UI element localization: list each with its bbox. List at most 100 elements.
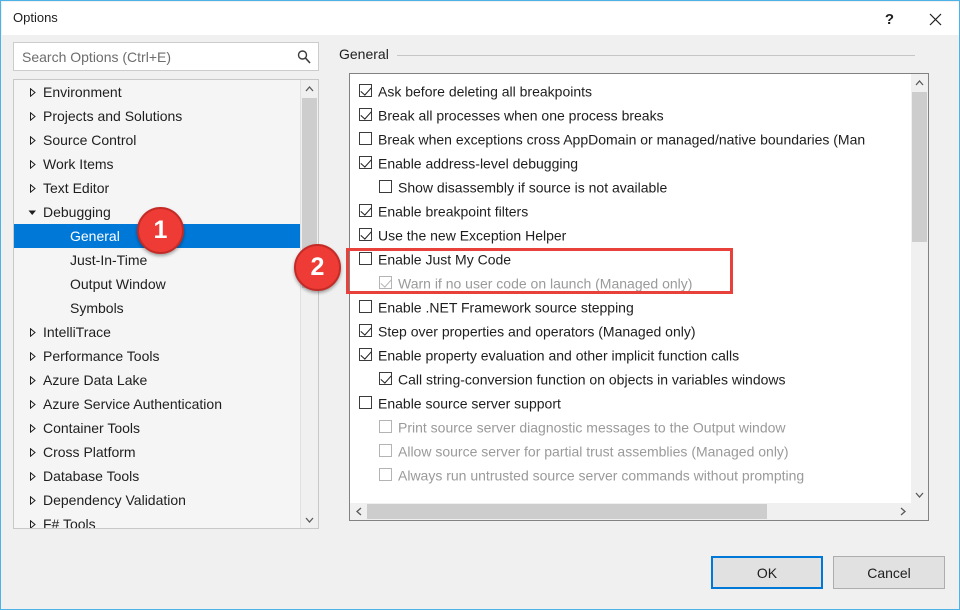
option-row[interactable]: Use the new Exception Helper xyxy=(350,222,912,246)
option-row[interactable]: Enable .NET Framework source stepping xyxy=(350,294,912,318)
option-label: Enable breakpoint filters xyxy=(378,203,529,220)
tree-item-output-window[interactable]: Output Window xyxy=(14,272,301,296)
cancel-button[interactable]: Cancel xyxy=(833,556,945,589)
option-label: Always run untrusted source server comma… xyxy=(398,467,805,484)
option-row[interactable]: Warn if no user code on launch (Managed … xyxy=(350,270,912,294)
checkbox-icon[interactable] xyxy=(379,372,392,385)
question-mark-icon: ? xyxy=(884,10,895,28)
checkbox-icon[interactable] xyxy=(359,324,372,337)
tree-item-label: Dependency Validation xyxy=(43,492,186,508)
checkbox-icon[interactable] xyxy=(379,180,392,193)
triangle-right-icon[interactable] xyxy=(26,512,38,528)
checkbox-icon[interactable] xyxy=(359,348,372,361)
options-checkbox-list[interactable]: Ask before deleting all breakpoints Break… xyxy=(349,73,929,521)
section-divider xyxy=(339,55,915,56)
checkbox-icon[interactable] xyxy=(359,396,372,409)
checkbox-icon[interactable] xyxy=(359,228,372,241)
tree-item-label: Database Tools xyxy=(43,468,140,484)
checkbox-icon[interactable] xyxy=(359,252,372,265)
options-scroll-up-button[interactable] xyxy=(911,74,928,91)
option-row[interactable]: Enable breakpoint filters xyxy=(350,198,912,222)
option-row[interactable]: Always run untrusted source server comma… xyxy=(350,462,912,486)
options-scrollbar-thumb[interactable] xyxy=(912,92,927,242)
tree-scroll-down-button[interactable] xyxy=(301,511,318,528)
checkbox-icon xyxy=(379,444,392,457)
option-label: Enable .NET Framework source stepping xyxy=(378,299,634,316)
triangle-right-icon[interactable] xyxy=(26,344,38,368)
tree-item-projects-and-solutions[interactable]: Projects and Solutions xyxy=(14,104,301,128)
option-label: Warn if no user code on launch (Managed … xyxy=(398,275,693,292)
tree-item-source-control[interactable]: Source Control xyxy=(14,128,301,152)
option-row[interactable]: Step over properties and operators (Mana… xyxy=(350,318,912,342)
option-label: Show disassembly if source is not availa… xyxy=(398,179,668,196)
options-horizontal-scrollbar[interactable] xyxy=(350,503,911,520)
option-label: Use the new Exception Helper xyxy=(378,227,567,244)
triangle-right-icon[interactable] xyxy=(26,416,38,440)
option-row[interactable]: Enable address-level debugging xyxy=(350,150,912,174)
close-button[interactable] xyxy=(913,3,958,35)
tree-item-intellitrace[interactable]: IntelliTrace xyxy=(14,320,301,344)
chevron-up-icon xyxy=(915,79,924,85)
checkbox-icon[interactable] xyxy=(359,132,372,145)
help-button[interactable]: ? xyxy=(867,3,912,35)
tree-scrollbar[interactable] xyxy=(300,80,318,528)
triangle-right-icon[interactable] xyxy=(26,104,38,128)
tree-item-text-editor[interactable]: Text Editor xyxy=(14,176,301,200)
tree-item-label: Azure Service Authentication xyxy=(43,396,222,412)
checkbox-icon[interactable] xyxy=(359,84,372,97)
search-input[interactable]: Search Options (Ctrl+E) xyxy=(13,42,319,71)
options-category-tree[interactable]: Environment Projects and Solutions Source … xyxy=(13,79,319,529)
tree-item-symbols[interactable]: Symbols xyxy=(14,296,301,320)
triangle-right-icon[interactable] xyxy=(26,392,38,416)
ok-button[interactable]: OK xyxy=(711,556,823,589)
option-row[interactable]: Break all processes when one process bre… xyxy=(350,102,912,126)
chevron-left-icon xyxy=(355,507,361,516)
options-scroll-left-button[interactable] xyxy=(350,503,367,520)
search-placeholder: Search Options (Ctrl+E) xyxy=(22,49,171,65)
option-row[interactable]: Ask before deleting all breakpoints xyxy=(350,78,912,102)
tree-item-label: Debugging xyxy=(43,204,111,220)
option-row[interactable]: Enable property evaluation and other imp… xyxy=(350,342,912,366)
triangle-right-icon[interactable] xyxy=(26,152,38,176)
options-scroll-down-button[interactable] xyxy=(911,486,928,503)
option-row[interactable]: Enable Just My Code xyxy=(350,246,912,270)
checkbox-icon[interactable] xyxy=(359,204,372,217)
option-row[interactable]: Enable source server support xyxy=(350,390,912,414)
triangle-down-icon[interactable] xyxy=(26,200,38,224)
tree-item-azure-data-lake[interactable]: Azure Data Lake xyxy=(14,368,301,392)
checkbox-icon[interactable] xyxy=(359,108,372,121)
options-list: Ask before deleting all breakpoints Break… xyxy=(350,78,912,486)
triangle-right-icon[interactable] xyxy=(26,176,38,200)
options-hscrollbar-thumb[interactable] xyxy=(367,504,767,519)
section-title: General xyxy=(339,46,397,62)
tree-item-container-tools[interactable]: Container Tools xyxy=(14,416,301,440)
tree-scroll-up-button[interactable] xyxy=(301,80,318,97)
option-row[interactable]: Break when exceptions cross AppDomain or… xyxy=(350,126,912,150)
close-icon xyxy=(929,13,942,25)
options-vertical-scrollbar[interactable] xyxy=(911,74,928,503)
tree-item-dependency-validation[interactable]: Dependency Validation xyxy=(14,488,301,512)
tree-item-performance-tools[interactable]: Performance Tools xyxy=(14,344,301,368)
checkbox-icon xyxy=(379,468,392,481)
triangle-right-icon[interactable] xyxy=(26,80,38,104)
triangle-right-icon[interactable] xyxy=(26,440,38,464)
options-scroll-right-button[interactable] xyxy=(894,503,911,520)
triangle-right-icon[interactable] xyxy=(26,320,38,344)
checkbox-icon[interactable] xyxy=(359,300,372,313)
tree-item-environment[interactable]: Environment xyxy=(14,80,301,104)
tree-item-f-tools[interactable]: F# Tools xyxy=(14,512,301,528)
option-row[interactable]: Allow source server for partial trust as… xyxy=(350,438,912,462)
triangle-right-icon[interactable] xyxy=(26,488,38,512)
checkbox-icon[interactable] xyxy=(359,156,372,169)
option-row[interactable]: Print source server diagnostic messages … xyxy=(350,414,912,438)
tree-item-cross-platform[interactable]: Cross Platform xyxy=(14,440,301,464)
tree-item-label: Cross Platform xyxy=(43,444,136,460)
triangle-right-icon[interactable] xyxy=(26,464,38,488)
triangle-right-icon[interactable] xyxy=(26,368,38,392)
option-row[interactable]: Call string-conversion function on objec… xyxy=(350,366,912,390)
option-row[interactable]: Show disassembly if source is not availa… xyxy=(350,174,912,198)
tree-item-database-tools[interactable]: Database Tools xyxy=(14,464,301,488)
tree-item-work-items[interactable]: Work Items xyxy=(14,152,301,176)
triangle-right-icon[interactable] xyxy=(26,128,38,152)
tree-item-azure-service-authentication[interactable]: Azure Service Authentication xyxy=(14,392,301,416)
